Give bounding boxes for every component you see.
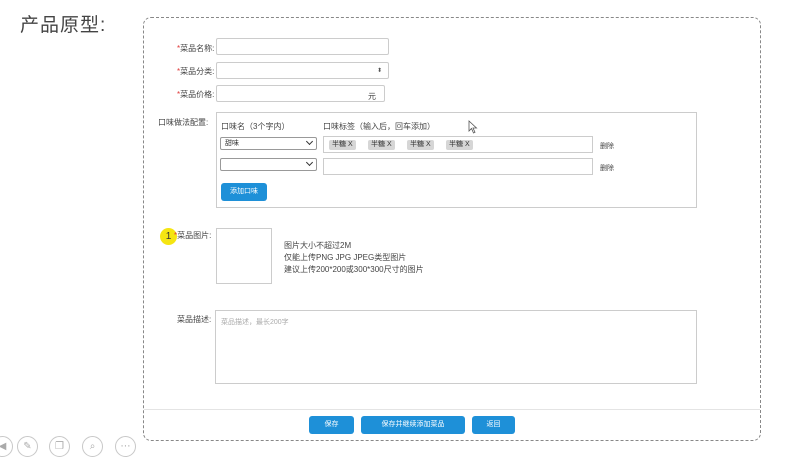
price-label: *菜品价格: xyxy=(177,90,215,99)
flavor-name-header: 口味名（3个字内） xyxy=(221,122,290,131)
save-button[interactable]: 保存 xyxy=(309,416,354,434)
name-input[interactable] xyxy=(216,38,389,55)
mouse-cursor-icon xyxy=(468,120,478,134)
flavor-tag-input-1[interactable]: 半糖 X 半糖 X 半糖 X 半糖 X xyxy=(323,136,593,153)
desc-label: 菜品描述: xyxy=(177,315,212,324)
search-icon[interactable]: ⌕ xyxy=(82,436,103,457)
delete-row-1-link[interactable]: 删除 xyxy=(600,141,614,151)
copy-icon[interactable]: ❐ xyxy=(49,436,70,457)
save-continue-button[interactable]: 保存并继续添加菜品 xyxy=(361,416,465,434)
pen-icon[interactable]: ✎ xyxy=(17,436,38,457)
image-upload-box[interactable] xyxy=(216,228,272,284)
desc-textarea[interactable]: 菜品描述，最长200字 xyxy=(215,310,697,384)
chevron-down-icon xyxy=(305,137,314,146)
presentation-toolbar: ◀ ✎ ❐ ⌕ ⋯ xyxy=(0,436,150,457)
price-unit: 元 xyxy=(368,92,376,101)
image-label: *菜品图片: xyxy=(174,231,212,240)
flavor-tag[interactable]: 半糖 X xyxy=(407,140,434,150)
back-button[interactable]: 返回 xyxy=(472,416,515,434)
flavor-tag-header: 口味标签（输入后，回车添加） xyxy=(323,122,435,131)
category-select[interactable]: ⬍ xyxy=(216,62,389,79)
page-title: 产品原型: xyxy=(20,15,107,36)
back-circle-icon[interactable]: ◀ xyxy=(0,436,13,457)
image-hint-type: 仅能上传PNG JPG JPEG类型图片 xyxy=(284,253,407,262)
desc-placeholder: 菜品描述，最长200字 xyxy=(221,319,289,326)
add-flavor-button[interactable]: 添加口味 xyxy=(221,183,267,201)
flavor-tag[interactable]: 半糖 X xyxy=(329,140,356,150)
flavor-label: 口味做法配置: xyxy=(158,118,209,127)
image-hint-dimension: 建议上传200*200或300*300尺寸的图片 xyxy=(284,265,424,274)
flavor-name-select-2[interactable] xyxy=(220,158,317,171)
more-icon[interactable]: ⋯ xyxy=(115,436,136,457)
chevron-down-icon xyxy=(305,158,314,167)
price-input[interactable]: 元 xyxy=(216,85,385,102)
flavor-tag[interactable]: 半糖 X xyxy=(368,140,395,150)
image-hint-size: 图片大小不超过2M xyxy=(284,241,352,250)
category-label: *菜品分类: xyxy=(177,67,215,76)
footer-divider xyxy=(144,409,760,410)
name-label: *菜品名称: xyxy=(177,44,215,53)
flavor-tag[interactable]: 半糖 X xyxy=(446,140,473,150)
flavor-name-select-1[interactable]: 甜味 xyxy=(220,137,317,150)
select-arrows-icon: ⬍ xyxy=(376,68,382,74)
delete-row-2-link[interactable]: 删除 xyxy=(600,163,614,173)
flavor-tag-input-2[interactable] xyxy=(323,158,593,175)
